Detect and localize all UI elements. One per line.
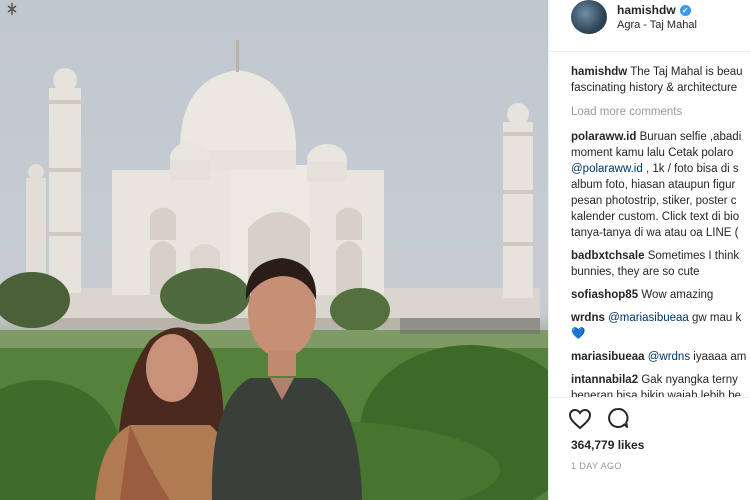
comment-line: tanya-tanya di wa atau oa LINE ( <box>571 227 739 239</box>
post-date: 1 DAY AGO <box>571 461 622 471</box>
comment-line: beneran bisa bikin wajah lebih be <box>571 390 742 397</box>
comment-line: pesan photostrip, stiker, poster c <box>571 195 737 207</box>
comment-line: kalender custom. Click text di bio <box>571 211 740 223</box>
comment-username[interactable]: wrdns <box>571 312 605 324</box>
comment-text: Buruan selfie ,abadi <box>639 131 742 143</box>
comment-item: polaraww.id Buruan selfie ,abadi <box>571 129 750 145</box>
post-sidebar: hamishdw ✓ Agra - Taj Mahal hamishdw The … <box>548 0 750 500</box>
comment-item: wrdns @mariasibueaa gw mau k <box>571 310 750 326</box>
comment-text: , 1k / foto bisa di s <box>642 163 739 175</box>
avatar[interactable] <box>571 0 607 34</box>
comment-line: album foto, hiasan ataupun figur <box>571 179 736 191</box>
comment-line: moment kamu lalu Cetak polaro <box>571 147 734 159</box>
comment-item: sofiashop85 Wow amazing <box>571 287 750 303</box>
comment-text: iyaaaa am <box>690 351 747 363</box>
post-location[interactable]: Agra - Taj Mahal <box>617 19 697 31</box>
comment-mention[interactable]: @wrdns <box>648 351 690 363</box>
comment-username[interactable]: polaraww.id <box>571 131 636 143</box>
caption-text: The Taj Mahal is beau <box>630 66 743 78</box>
comment-item: intannabila2 Gak nyangka terny <box>571 372 750 388</box>
comment-mention[interactable]: @polaraww.id <box>571 163 643 175</box>
comments-list[interactable]: hamishdw The Taj Mahal is beau fascinati… <box>549 52 750 397</box>
blue-heart-emoji: 💙 <box>571 328 586 340</box>
post-actions: 364,779 likes 1 DAY AGO <box>549 397 750 500</box>
comment-item: mariasibueaa @wrdns iyaaaa am <box>571 349 750 365</box>
comment-username[interactable]: mariasibueaa <box>571 351 645 363</box>
comment-text: Gak nyangka terny <box>641 374 738 386</box>
post-author-name[interactable]: hamishdw <box>617 3 676 17</box>
heart-icon[interactable] <box>568 408 592 430</box>
post-author[interactable]: hamishdw ✓ <box>617 3 691 17</box>
caption-username[interactable]: hamishdw <box>571 66 627 78</box>
comment-username[interactable]: sofiashop85 <box>571 289 638 301</box>
comment-line: bunnies, they are so cute <box>571 266 700 278</box>
caption-line: fascinating history & architecture <box>571 82 738 94</box>
post-photo[interactable] <box>0 0 548 500</box>
verified-badge-icon: ✓ <box>679 5 691 16</box>
comment-icon[interactable] <box>607 407 629 429</box>
comment-line: @polaraww.id , 1k / foto bisa di s <box>571 161 750 177</box>
comment-username[interactable]: badbxtchsale <box>571 250 645 262</box>
caption: hamishdw The Taj Mahal is beau <box>571 64 750 80</box>
comment-text: gw mau k <box>688 312 742 324</box>
comment-mention[interactable]: @mariasibueaa <box>608 312 689 324</box>
comment-text: Sometimes I think <box>647 250 740 262</box>
comment-text: Wow amazing <box>641 289 714 301</box>
post-header: hamishdw ✓ Agra - Taj Mahal <box>549 0 750 52</box>
taj-mahal-scene <box>0 0 548 500</box>
comment-username[interactable]: intannabila2 <box>571 374 638 386</box>
comment-item: badbxtchsale Sometimes I think <box>571 248 750 264</box>
load-more-comments[interactable]: Load more comments <box>571 106 682 118</box>
likes-count[interactable]: 364,779 likes <box>571 438 644 452</box>
